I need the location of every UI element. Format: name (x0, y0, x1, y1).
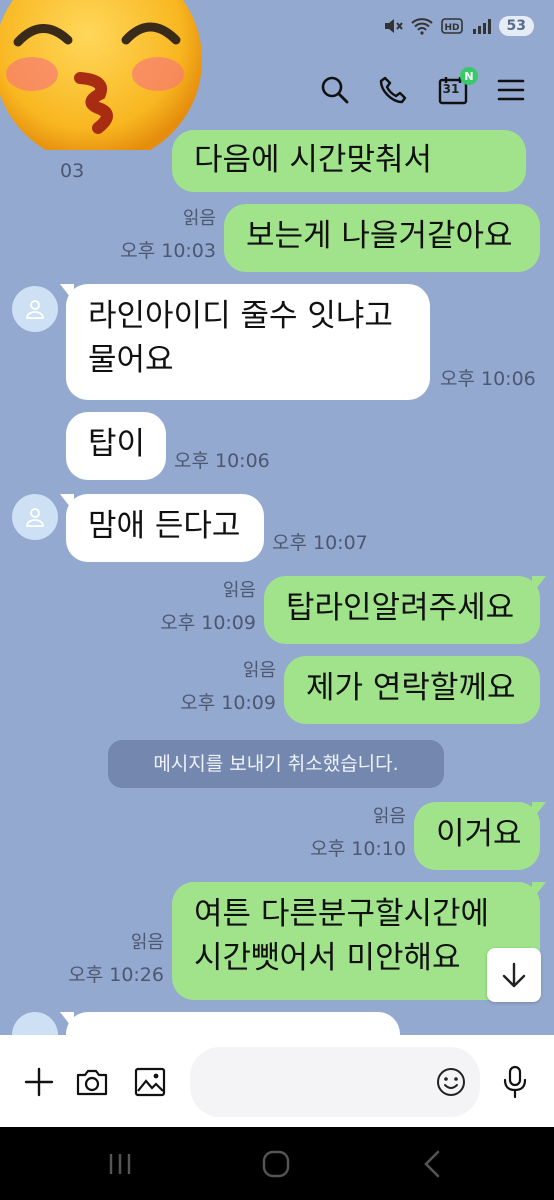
my-message-bubble[interactable]: 다음에 시간맞춰서 (172, 130, 526, 192)
avatar[interactable] (12, 1012, 58, 1035)
kissing-face-emoji (0, 0, 202, 150)
my-message-bubble[interactable]: 제가 연락할께요 (284, 656, 540, 724)
message-time: 오후 10:09 (160, 612, 256, 634)
wifi-icon (410, 18, 433, 35)
emoji-icon (437, 1068, 465, 1096)
message-time: 오후 10:09 (180, 692, 276, 714)
my-message-bubble[interactable]: 여튼 다른분구할시간에 시간뺏어서 미안해요 (172, 882, 546, 1000)
my-message-bubble[interactable]: 이거요 (414, 802, 546, 870)
message-text-line: 라인아이디 줄수 잇냐고 (88, 298, 393, 334)
message-time: 오후 10:06 (440, 368, 536, 390)
calendar-day: 31 (442, 82, 460, 96)
message-time: 오후 10:03 (120, 240, 216, 262)
message-text: 보는게 나을거같아요 (246, 218, 513, 254)
status-icons: HD 53 (383, 16, 534, 36)
read-receipt: 읽음 (372, 806, 406, 827)
call-button[interactable] (376, 73, 410, 107)
recents-icon (109, 1154, 131, 1174)
message-time: 오후 10:06 (174, 450, 270, 472)
read-receipt: 읽음 (130, 932, 164, 953)
home-icon (262, 1150, 290, 1178)
calendar-button[interactable]: 31 N (436, 67, 478, 107)
their-message-bubble[interactable]: 맘애 든다고 (60, 494, 264, 562)
mute-icon (384, 19, 403, 33)
back-button[interactable] (412, 1147, 452, 1181)
their-message-bubble[interactable] (60, 1012, 400, 1035)
back-icon (424, 1150, 440, 1178)
menu-icon (497, 79, 525, 101)
message-text-line: 물어요 (88, 342, 174, 378)
hd-icon: HD (440, 18, 463, 34)
home-button[interactable] (256, 1147, 296, 1181)
system-message: 메시지를 보내기 취소했습니다. (108, 740, 444, 788)
message-time: 오후 10:07 (272, 532, 368, 554)
message-input-bar (0, 1035, 554, 1127)
person-icon (26, 508, 44, 527)
battery-indicator: 53 (498, 16, 534, 36)
microphone-icon (503, 1065, 527, 1099)
menu-button[interactable] (494, 73, 528, 107)
avatar[interactable] (12, 286, 58, 332)
message-text: 탑이 (88, 426, 146, 462)
emoji-button[interactable] (432, 1063, 470, 1101)
voice-button[interactable] (496, 1063, 534, 1101)
their-message-bubble[interactable]: 탑이 (66, 412, 166, 480)
search-button[interactable] (318, 73, 352, 107)
person-icon (26, 300, 44, 319)
read-receipt: 읽음 (222, 580, 256, 601)
message-text: 맘애 든다고 (88, 508, 241, 544)
scroll-down-button[interactable] (487, 948, 541, 1002)
message-text: 탑라인알려주세요 (286, 590, 515, 626)
recents-button[interactable] (100, 1147, 140, 1181)
my-message-bubble[interactable]: 보는게 나을거같아요 (224, 204, 540, 272)
system-nav-bar (0, 1127, 554, 1200)
message-text: 제가 연락할께요 (306, 670, 516, 706)
message-time: 오후 10:26 (68, 964, 164, 986)
avatar[interactable] (12, 494, 58, 540)
search-icon (321, 76, 349, 104)
their-message-bubble[interactable]: 라인아이디 줄수 잇냐고 물어요 (60, 284, 430, 400)
image-icon (134, 1067, 166, 1097)
message-text-line: 시간뺏어서 미안해요 (194, 940, 461, 976)
message-text-line: 여튼 다른분구할시간에 (194, 896, 490, 932)
read-receipt: 읽음 (242, 660, 276, 681)
signal-icon (472, 19, 491, 34)
chat-area[interactable]: 03 다음에 시간맞춰서 읽음 오후 10:03 보는게 나을거같아요 라인아이… (0, 120, 554, 1035)
chevron-down-icon (502, 962, 526, 988)
message-text: 다음에 시간맞춰서 (194, 142, 433, 178)
message-text: 이거요 (436, 816, 522, 852)
svg-text:HD: HD (444, 23, 459, 33)
read-receipt: 읽음 (182, 208, 216, 229)
my-message-bubble[interactable]: 탑라인알려주세요 (264, 576, 546, 644)
phone-icon (379, 76, 407, 104)
gallery-button[interactable] (131, 1063, 169, 1101)
message-time: 오후 10:10 (310, 838, 406, 860)
camera-icon (76, 1069, 108, 1096)
attach-button[interactable] (20, 1063, 58, 1101)
camera-button[interactable] (73, 1063, 111, 1101)
plus-icon (24, 1067, 54, 1097)
new-badge: N (460, 67, 478, 85)
message-time: 03 (60, 160, 85, 182)
